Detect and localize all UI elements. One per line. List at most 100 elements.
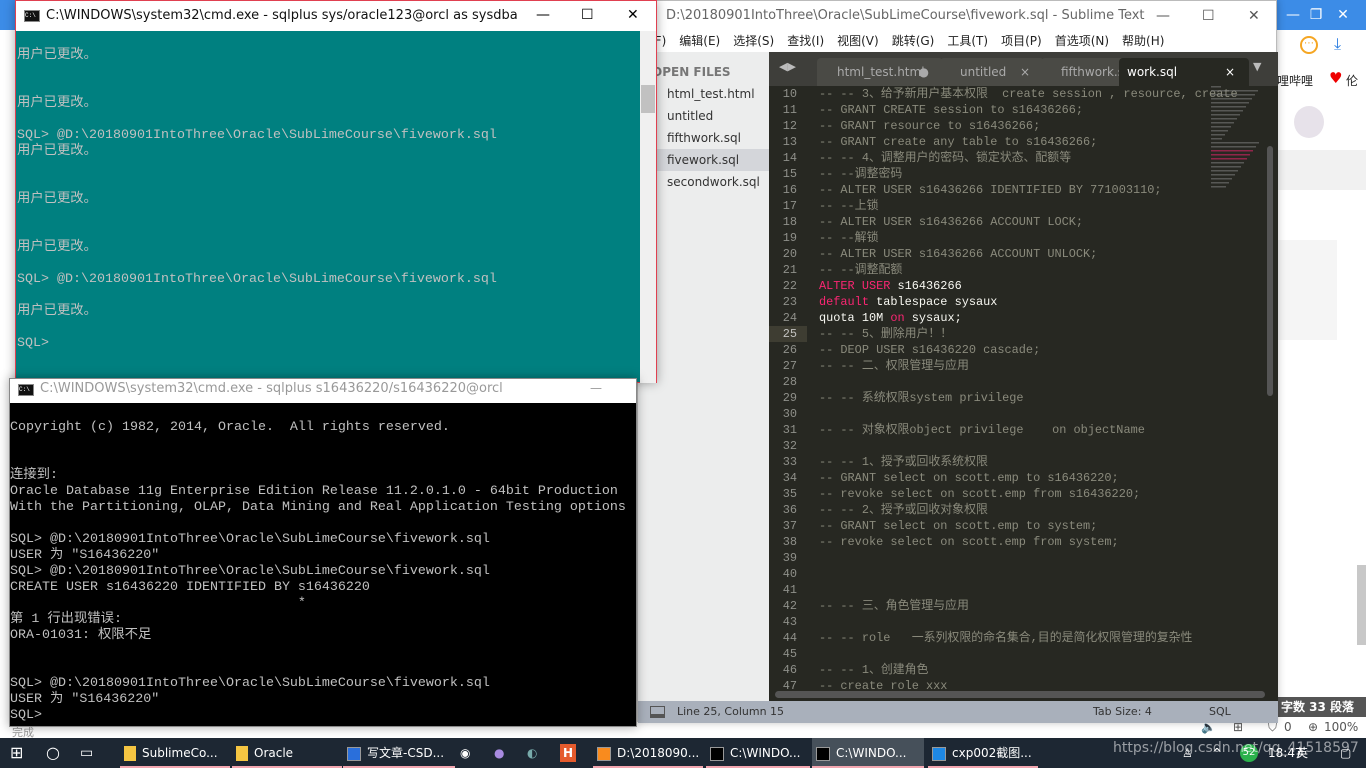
tab-untitled[interactable]: untitled × bbox=[940, 58, 1044, 86]
menu-item[interactable]: 工具(T) bbox=[947, 34, 988, 48]
terminal-output[interactable]: Copyright (c) 1982, 2014, Oracle. All ri… bbox=[10, 404, 626, 724]
syntax[interactable]: SQL bbox=[1209, 701, 1231, 723]
minimize-button[interactable]: — bbox=[536, 7, 550, 23]
close-icon[interactable]: ✕ bbox=[1320, 0, 1366, 30]
sidebar-file[interactable]: fifthwork.sql bbox=[638, 127, 769, 149]
line-number: 24 bbox=[782, 311, 797, 325]
code-text: -- -- role 一系列权限的命名集合,目的是简化权限管理的复杂性 bbox=[807, 630, 1192, 646]
tab-close-icon[interactable]: × bbox=[1225, 58, 1235, 86]
html-app-icon[interactable]: H bbox=[560, 744, 576, 762]
taskbar-item[interactable]: C:\WINDO... bbox=[706, 738, 810, 768]
menu-item[interactable]: 帮助(H) bbox=[1122, 34, 1164, 48]
taskbar-item[interactable]: 写文章-CSD... bbox=[343, 738, 455, 768]
minimap-line bbox=[1211, 110, 1243, 112]
cmd-title: C:\WINDOWS\system32\cmd.exe - sqlplus sy… bbox=[16, 1, 656, 31]
code-text: -- -- 4、调整用户的密码、锁定状态、配额等 bbox=[807, 150, 1071, 166]
windows-start-icon[interactable]: ⊞ bbox=[10, 738, 23, 768]
panel-toggle-icon[interactable] bbox=[650, 706, 665, 718]
tab-nav-icon[interactable]: ◀▶ bbox=[779, 60, 796, 73]
comment-token: -- -- 5、删除用户！！ bbox=[819, 327, 953, 341]
cmd-icon: C:\ bbox=[18, 384, 34, 396]
close-button[interactable]: ✕ bbox=[1248, 1, 1260, 31]
chrome-icon[interactable]: ◉ bbox=[460, 738, 470, 768]
comment-token: -- ALTER USER s16436266 ACCOUNT UNLOCK; bbox=[819, 247, 1098, 261]
taskbar-item[interactable]: C:\WINDO... bbox=[812, 738, 924, 768]
code-text: -- --调整密码 bbox=[807, 166, 902, 182]
tab-work-sql[interactable]: work.sql × bbox=[1119, 58, 1249, 86]
cmd-icon: C:\ bbox=[24, 10, 40, 22]
comment-token: -- GRANT select on scott.emp to s1643622… bbox=[819, 471, 1119, 485]
menu-item[interactable]: 项目(P) bbox=[1001, 34, 1042, 48]
close-button[interactable]: ✕ bbox=[627, 7, 639, 23]
minimap-line bbox=[1211, 146, 1256, 148]
line-number: 31 bbox=[782, 423, 797, 437]
zoom-level[interactable]: 100% bbox=[1324, 717, 1358, 738]
taskbar-item[interactable]: SublimeCo... bbox=[120, 738, 230, 768]
cmd-title: C:\WINDOWS\system32\cmd.exe - sqlplus s1… bbox=[10, 379, 636, 403]
code-text: -- GRANT CREATE session to s16436266; bbox=[807, 102, 1083, 118]
status-bar: Line 25, Column 15 Tab Size: 4 SQL bbox=[638, 701, 1278, 723]
horizontal-scrollbar[interactable] bbox=[775, 691, 1265, 698]
app-icon[interactable]: ● bbox=[494, 738, 504, 768]
terminal-line: Copyright (c) 1982, 2014, Oracle. All ri… bbox=[10, 420, 450, 435]
bilibili-link[interactable]: 哩哔哩 bbox=[1277, 72, 1313, 89]
comment-token: -- GRANT CREATE session to s16436266; bbox=[819, 103, 1084, 117]
more-icon[interactable]: ⋯ bbox=[1300, 36, 1318, 54]
menu-item[interactable]: 首选项(N) bbox=[1055, 34, 1109, 48]
tab-close-icon[interactable]: × bbox=[1020, 58, 1030, 86]
menu-item[interactable]: 编辑(E) bbox=[679, 34, 720, 48]
taskbar-item[interactable]: cxp002截图... bbox=[928, 738, 1038, 768]
cmd-icon bbox=[816, 746, 830, 761]
minimap-line bbox=[1211, 114, 1240, 116]
avatar[interactable] bbox=[1294, 106, 1324, 138]
minimize-button[interactable]: — bbox=[1156, 1, 1170, 31]
sidebar-file[interactable]: html_test.html bbox=[638, 83, 769, 105]
maximize-button[interactable]: ☐ bbox=[581, 7, 594, 23]
taskbar-item[interactable]: D:\2018090... bbox=[593, 738, 703, 768]
maximize-button[interactable]: ☐ bbox=[1202, 1, 1215, 31]
code-line: 18 -- ALTER USER s16436266 ACCOUNT LOCK; bbox=[769, 214, 1278, 230]
scroll-thumb[interactable] bbox=[641, 85, 655, 113]
taskbar-label: SublimeCo... bbox=[142, 746, 218, 760]
code-text: -- GRANT create any table to s16436266; bbox=[807, 134, 1097, 150]
download-icon[interactable]: ⤓ bbox=[1334, 34, 1341, 54]
menu-item[interactable]: 视图(V) bbox=[837, 34, 879, 48]
vertical-scrollbar[interactable] bbox=[1267, 146, 1273, 396]
minimize-button[interactable]: — bbox=[590, 381, 602, 395]
vertical-scrollbar[interactable] bbox=[640, 31, 656, 383]
sidebar: OPEN FILES html_test.html untitled fifthwo… bbox=[638, 52, 769, 701]
sidebar-file[interactable]: fivework.sql bbox=[638, 149, 769, 171]
zoom-icon[interactable]: ⊕ bbox=[1308, 717, 1318, 738]
eclipse-icon[interactable]: ◐ bbox=[527, 738, 537, 768]
line-number: 32 bbox=[782, 439, 797, 453]
minimap[interactable] bbox=[1209, 86, 1269, 191]
line-number: 27 bbox=[782, 359, 797, 373]
search-icon[interactable]: ○ bbox=[46, 738, 60, 768]
code-line: 11 -- GRANT CREATE session to s16436266; bbox=[769, 102, 1278, 118]
comment-token: -- --调整密码 bbox=[819, 167, 903, 181]
line-number: 39 bbox=[782, 551, 797, 565]
code-editor[interactable]: 10 -- -- 3、给予新用户基本权限 create session , res… bbox=[769, 86, 1278, 701]
taskbar-item[interactable]: Oracle bbox=[232, 738, 342, 768]
browser-icon bbox=[347, 746, 361, 761]
terminal-output[interactable]: 用户已更改。 用户已更改。 SQL> @D:\20180901IntoThree\O… bbox=[17, 48, 497, 352]
tab-size[interactable]: Tab Size: 4 bbox=[1093, 701, 1152, 723]
code-line: 31 -- -- 对象权限object privilege on objectNa… bbox=[769, 422, 1278, 438]
menu-item[interactable]: 跳转(G) bbox=[892, 34, 935, 48]
sidebar-file[interactable]: secondwork.sql bbox=[638, 171, 769, 193]
line-number: 11 bbox=[782, 103, 797, 117]
comment-token: -- revoke select on scott.emp from syste… bbox=[819, 535, 1119, 549]
modified-dot-icon[interactable]: ● bbox=[919, 58, 929, 86]
minimap-line bbox=[1211, 134, 1225, 136]
sidebar-file[interactable]: untitled bbox=[638, 105, 769, 127]
tab-html-test-html[interactable]: html_test.html ● bbox=[817, 58, 943, 86]
task-view-icon[interactable]: ▭ bbox=[80, 738, 93, 768]
tab-dropdown-icon[interactable]: ▼ bbox=[1253, 60, 1261, 73]
code-text: -- -- 3、给予新用户基本权限 create session , resou… bbox=[807, 86, 1238, 102]
menu-item[interactable]: 选择(S) bbox=[733, 34, 774, 48]
browser-scrollbar[interactable] bbox=[1357, 565, 1366, 645]
menu-item[interactable]: 查找(I) bbox=[787, 34, 824, 48]
